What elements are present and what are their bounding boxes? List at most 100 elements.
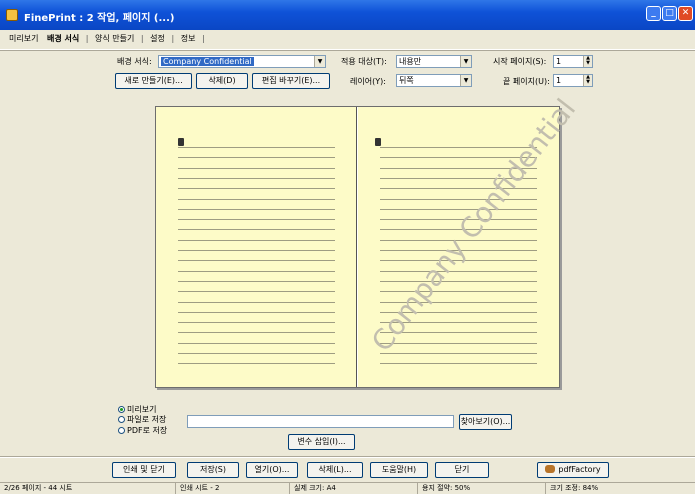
ruled-line	[178, 239, 335, 241]
ruled-line	[178, 301, 335, 303]
apply-to-value: 내용만	[399, 57, 422, 66]
ruled-line	[380, 363, 537, 365]
help-button[interactable]: 도움말(H)	[370, 462, 428, 478]
insert-variable-button[interactable]: 변수 삽입(I)...	[288, 434, 355, 450]
ruled-line	[178, 198, 335, 200]
start-page-label: 시작 페이지(S):	[493, 57, 547, 66]
divider	[0, 456, 695, 458]
tab-forms[interactable]: 양식 만들기	[92, 33, 137, 44]
ruled-line	[178, 229, 335, 231]
pdffactory-label: pdfFactory	[558, 465, 601, 474]
tab-preview[interactable]: 미리보기	[6, 33, 41, 44]
radio-option-file[interactable]: 파일로 저장	[118, 415, 166, 424]
status-paper-size: 실제 크기: A4	[290, 483, 418, 494]
ruled-line	[178, 167, 335, 169]
apply-to-label: 적용 대상(T):	[341, 57, 387, 66]
maximize-icon[interactable]: □	[662, 6, 677, 21]
status-sheets: 인쇄 시트 - 2	[176, 483, 290, 494]
page-marker-icon	[375, 138, 381, 146]
status-zoom: 크기 조정: 84%	[550, 484, 599, 492]
tab-divider: |	[140, 34, 144, 43]
minimize-icon[interactable]: _	[646, 6, 661, 21]
tab-divider-line	[0, 49, 695, 51]
end-page-value: 1	[556, 76, 562, 85]
tab-bar: 미리보기 배경 서식 | 양식 만들기 | 설정 | 정보 |	[6, 33, 206, 47]
tab-divider: |	[85, 34, 89, 43]
edit-stationery-button[interactable]: 편집 바꾸기(E)...	[252, 73, 330, 89]
radio-icon[interactable]	[118, 427, 125, 434]
radio-label: 파일로 저장	[127, 415, 167, 424]
spinner-arrows-icon[interactable]: ▲ ▼	[583, 56, 592, 67]
status-bar: 2/26 페이지 - 44 시트 인쇄 시트 - 2 실제 크기: A4 용지 …	[0, 482, 695, 494]
tab-divider: |	[171, 34, 175, 43]
spinner-arrows-icon[interactable]: ▲ ▼	[583, 75, 592, 86]
tab-stationery[interactable]: 배경 서식	[44, 33, 82, 44]
status-page-count: 2/26 페이지 - 44 시트	[0, 483, 176, 494]
page-marker-icon	[178, 138, 184, 146]
radio-option-preview[interactable]: 미리보기	[118, 405, 156, 414]
radio-selected-icon[interactable]	[118, 406, 125, 413]
ruled-line	[178, 311, 335, 313]
layer-label: 레이어(Y):	[350, 77, 386, 86]
window-title: FinePrint : 2 작업, 페이지 (...)	[24, 13, 175, 24]
status-paper-saved: 용지 절약: 50%	[418, 483, 546, 494]
radio-label: PDF로 저장	[127, 426, 168, 435]
ruled-line	[178, 291, 335, 293]
file-path-input[interactable]	[187, 415, 454, 428]
chevron-down-icon[interactable]: ▼	[460, 56, 471, 67]
ruled-line	[178, 280, 335, 282]
ruled-line	[178, 270, 335, 272]
print-close-button[interactable]: 인쇄 및 닫기	[112, 462, 176, 478]
ruled-line	[380, 342, 537, 344]
new-stationery-button[interactable]: 새로 만들기(E)...	[115, 73, 192, 89]
radio-icon[interactable]	[118, 416, 125, 423]
ruled-line	[178, 363, 335, 365]
tab-divider: |	[201, 34, 205, 43]
open-button[interactable]: 열기(O)...	[246, 462, 298, 478]
ruled-line	[178, 157, 335, 159]
ruled-line	[178, 147, 335, 148]
ruled-line	[178, 332, 335, 334]
ruled-line	[178, 353, 335, 354]
start-page-spinner[interactable]: 1 ▲ ▼	[553, 55, 593, 68]
ruled-line	[380, 353, 537, 354]
ruled-line	[178, 177, 335, 179]
close-icon[interactable]: ✕	[678, 6, 693, 21]
end-page-label: 끝 페이지(U):	[503, 77, 550, 86]
delete-stationery-button[interactable]: 삭제(D)	[196, 73, 248, 89]
ruled-line	[178, 322, 335, 324]
stationery-selected-value: Company Confidential	[161, 57, 254, 66]
fineprint-window: FinePrint : 2 작업, 페이지 (...) _ □ ✕ 미리보기 배…	[0, 0, 695, 494]
tab-settings[interactable]: 설정	[147, 33, 168, 44]
fineprint-app-icon	[6, 9, 18, 21]
ruled-line	[178, 219, 335, 221]
pdffactory-button[interactable]: pdfFactory	[537, 462, 609, 478]
chevron-down-icon[interactable]: ▼	[314, 56, 325, 67]
ruled-line	[178, 260, 335, 262]
save-button[interactable]: 저장(S)	[187, 462, 239, 478]
stationery-label: 배경 서식:	[117, 57, 152, 66]
start-page-value: 1	[556, 57, 562, 66]
ruled-line	[178, 208, 335, 210]
pdffactory-dog-icon	[545, 465, 556, 473]
close-button[interactable]: 닫기	[435, 462, 489, 478]
chevron-down-icon[interactable]: ▼	[460, 75, 471, 86]
stationery-select[interactable]: Company Confidential ▼	[158, 55, 326, 68]
ruled-line	[380, 208, 537, 210]
ruled-line	[178, 250, 335, 251]
ruled-line	[178, 188, 335, 190]
radio-label: 미리보기	[127, 405, 157, 414]
radio-option-pdf[interactable]: PDF로 저장	[118, 426, 167, 435]
stationery-preview: Company Confidential	[155, 93, 582, 388]
tab-about[interactable]: 정보	[178, 33, 199, 44]
apply-to-select[interactable]: 내용만 ▼	[396, 55, 472, 68]
layer-select[interactable]: 뒤쪽 ▼	[396, 74, 472, 87]
ruled-line	[178, 342, 335, 344]
ruled-line	[380, 280, 537, 282]
title-bar: FinePrint : 2 작업, 페이지 (...) _ □ ✕	[0, 0, 695, 30]
delete-button[interactable]: 삭제(L)...	[307, 462, 363, 478]
browse-button[interactable]: 찾아보기(O)...	[459, 414, 512, 430]
end-page-spinner[interactable]: 1 ▲ ▼	[553, 74, 593, 87]
layer-value: 뒤쪽	[399, 76, 414, 85]
preview-page-left	[156, 107, 357, 387]
